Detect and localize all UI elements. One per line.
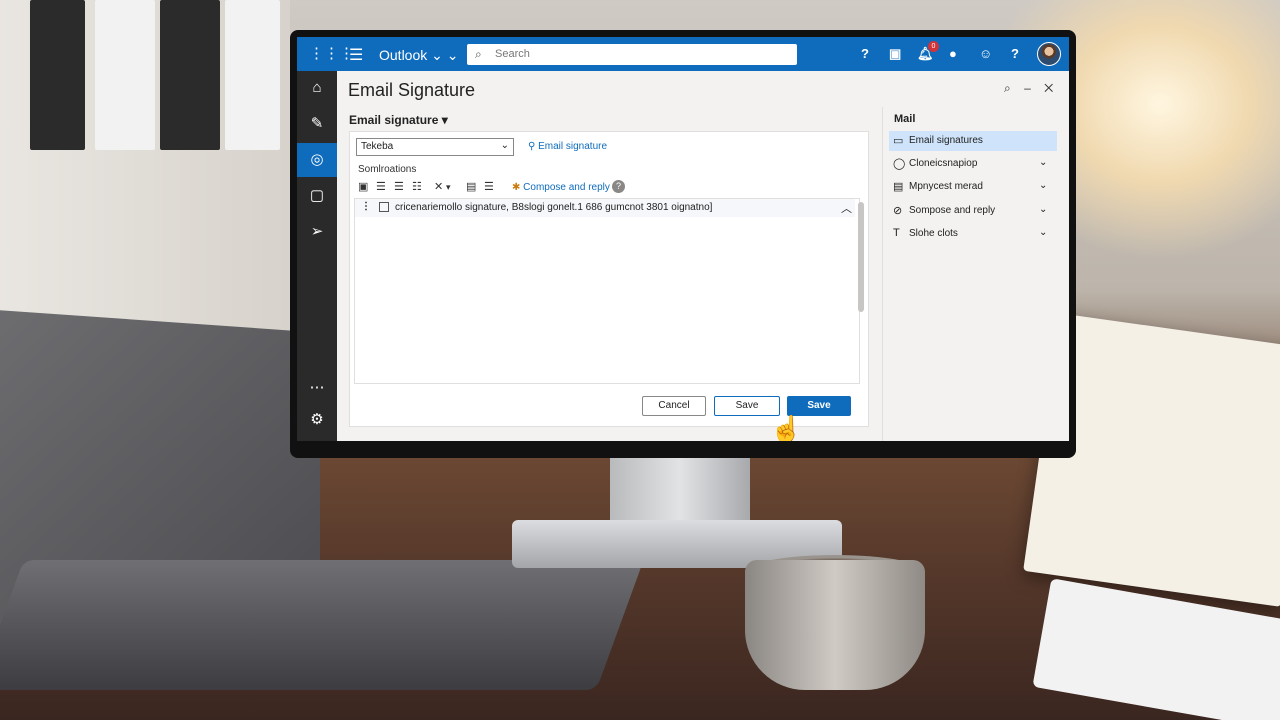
circle-icon: ◯ <box>893 158 906 170</box>
chevron-down-icon: ⌄ <box>1039 227 1048 238</box>
hand-cursor-icon: ☝ <box>770 414 803 441</box>
binder <box>225 0 280 150</box>
message-icon: ▤ <box>893 181 904 193</box>
calendar-icon[interactable]: ▢ <box>297 179 337 213</box>
nav-heading: Mail <box>894 113 916 125</box>
editor-sublabel: Somlroations <box>358 164 417 175</box>
laptop-keyboard <box>0 560 644 690</box>
image-icon[interactable]: ▣ <box>358 180 368 193</box>
binder <box>160 0 220 150</box>
app-name[interactable]: Outlook ⌄ ⌄ <box>379 47 459 64</box>
coffee-mug <box>745 560 925 690</box>
window-controls: ⌕ – ✕ <box>1004 81 1053 96</box>
align-center-icon[interactable]: ☰ <box>394 180 404 193</box>
compose-icon[interactable]: ✎ <box>297 107 337 141</box>
nav-item-2[interactable]: ◯ Cloneicsnapiop ⌄ <box>889 154 1057 174</box>
app-launcher-icon[interactable]: ⋮⋮⋮ <box>309 46 354 62</box>
chevron-down-icon[interactable]: ▾ <box>446 182 451 193</box>
email-signature-link[interactable]: ⚲ Email signature <box>528 141 607 152</box>
nav-item-5[interactable]: T Slohe clots ⌄ <box>889 224 1057 244</box>
chevron-down-icon: ⌄ <box>500 140 509 151</box>
close-icon[interactable]: ✕ <box>1044 81 1053 95</box>
help-icon[interactable]: ? <box>612 180 625 193</box>
clear-format-icon[interactable]: ✕ <box>434 180 443 193</box>
monitor-stand-neck <box>610 455 750 525</box>
chevron-down-icon: ⌄ <box>1039 180 1048 191</box>
signature-select[interactable]: Tekeba ⌄ <box>356 138 514 156</box>
binder <box>95 0 155 150</box>
settings-main: Email signature ▾ Tekeba ⌄ ⚲ Email signa… <box>341 107 881 441</box>
link-icon: ⊘ <box>893 205 903 217</box>
scrollbar[interactable] <box>858 202 864 312</box>
mail-icon: ▭ <box>893 135 904 147</box>
bookshelf-background <box>0 0 290 340</box>
signature-card: Tekeba ⌄ ⚲ Email signature Somlroations … <box>349 131 869 441</box>
top-bar: ⋮⋮⋮ ☰ Outlook ⌄ ⌄ ⌕ Search ? ▣ 🔔︎ 0 ● ☺ … <box>297 37 1069 71</box>
search-placeholder: Search <box>495 48 530 60</box>
cancel-button[interactable]: Cancel <box>642 396 706 416</box>
settings-nav: Mail ▭ Email signatures ◯ Cloneicsnapiop… <box>882 107 1069 441</box>
signature-editor[interactable]: ⋮ cricenariemollo signature, B8slogi gon… <box>354 198 860 384</box>
alert-icon[interactable]: ● <box>949 46 957 61</box>
page-title: Email Signature <box>348 80 476 100</box>
search-input[interactable]: ⌕ Search <box>467 44 797 65</box>
chevron-up-icon[interactable]: ︿ <box>841 200 852 216</box>
settings-help-icon[interactable]: ◎ <box>297 143 337 177</box>
notification-badge: 0 <box>928 41 939 52</box>
left-rail: ⌂ ✎ ◎ ▢ ➢ ⋯ ⚙ <box>297 71 337 441</box>
chat-icon[interactable]: ▣ <box>889 46 901 62</box>
list-item[interactable]: ⋮ cricenariemollo signature, B8slogi gon… <box>355 199 855 217</box>
list-icon[interactable]: ☷ <box>412 180 422 193</box>
send-icon[interactable]: ➢ <box>297 215 337 249</box>
compose-and-reply-link[interactable]: ✱ Compose and reply <box>512 182 610 193</box>
chevron-down-icon: ⌄ <box>1039 204 1048 215</box>
more-icon[interactable]: ⋯ <box>297 371 337 405</box>
nav-item-email-signatures[interactable]: ▭ Email signatures <box>889 131 1057 151</box>
compose-icon: ✱ <box>512 182 521 193</box>
signature-row-text: cricenariemollo signature, B8slogi gonel… <box>395 202 713 213</box>
binder <box>30 0 85 150</box>
drag-handle-icon[interactable]: ⋮ <box>361 201 371 212</box>
nav-item-3[interactable]: ▤ Mpnycest merad ⌄ <box>889 177 1057 197</box>
text-icon: T <box>893 227 900 239</box>
feedback-icon[interactable]: ☺ <box>979 46 992 61</box>
search-panel-icon[interactable]: ⌕ <box>1004 81 1011 95</box>
hamburger-menu-icon[interactable]: ☰ <box>349 45 363 65</box>
question-icon[interactable]: ? <box>1011 46 1019 61</box>
search-icon: ⌕ <box>475 47 482 61</box>
outlook-window: ⋮⋮⋮ ☰ Outlook ⌄ ⌄ ⌕ Search ? ▣ 🔔︎ 0 ● ☺ … <box>297 37 1069 441</box>
save-button-outline[interactable]: Save <box>714 396 780 416</box>
avatar[interactable] <box>1037 42 1061 66</box>
chevron-down-icon: ⌄ <box>1039 157 1048 168</box>
row-checkbox[interactable] <box>379 202 389 212</box>
bullet-list-icon[interactable]: ☰ <box>484 180 494 193</box>
section-heading[interactable]: Email signature ▾ <box>349 113 448 127</box>
nav-item-4[interactable]: ⊘ Sompose and reply ⌄ <box>889 201 1057 221</box>
save-button[interactable]: Save <box>787 396 851 416</box>
help-icon[interactable]: ? <box>861 46 869 61</box>
table-icon[interactable]: ▤ <box>466 180 476 193</box>
align-left-icon[interactable]: ☰ <box>376 180 386 193</box>
gear-icon[interactable]: ⚙ <box>297 403 337 437</box>
home-icon[interactable]: ⌂ <box>297 71 337 105</box>
minimize-icon[interactable]: – <box>1024 81 1031 95</box>
key-icon: ⚲ <box>528 141 536 152</box>
